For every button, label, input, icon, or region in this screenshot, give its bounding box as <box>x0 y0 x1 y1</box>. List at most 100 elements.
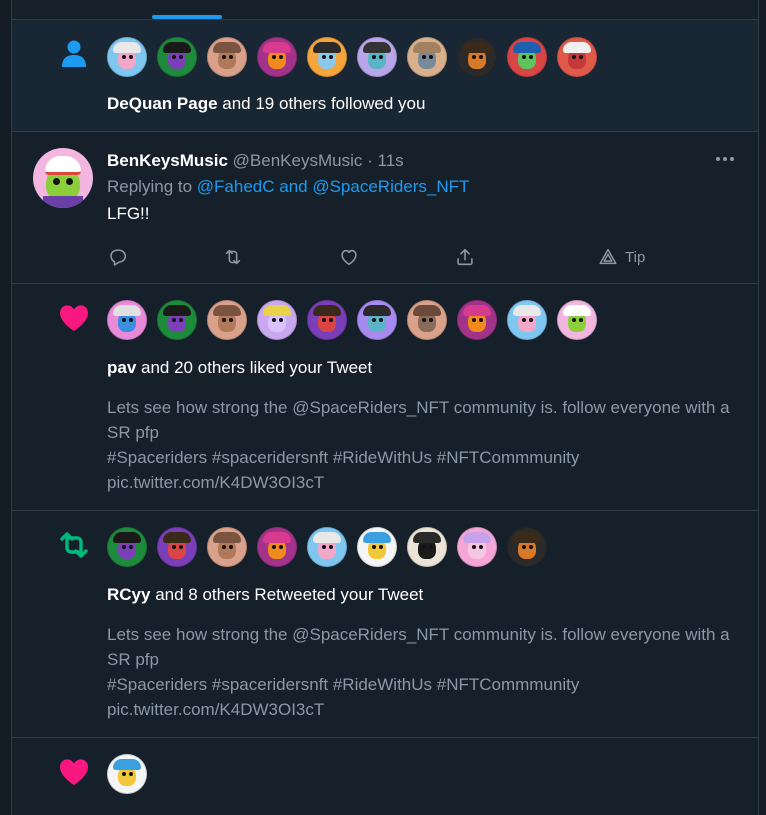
retweeted-tweet-text[interactable]: Lets see how strong the @SpaceRiders_NFT… <box>107 622 747 722</box>
like-button[interactable] <box>338 244 360 270</box>
avatar-eye <box>129 55 133 59</box>
avatar-eye <box>422 545 426 549</box>
avatar-eye <box>522 318 526 322</box>
avatar[interactable] <box>407 37 447 77</box>
tab-bar <box>12 0 758 20</box>
liked-tweet-text[interactable]: Lets see how strong the @SpaceRiders_NFT… <box>107 395 747 495</box>
avatar[interactable] <box>307 37 347 77</box>
avatar[interactable] <box>457 37 497 77</box>
left-gutter <box>0 0 11 815</box>
avatar-eye <box>129 772 133 776</box>
avatar-eye <box>379 55 383 59</box>
follow-notification[interactable]: DeQuan Page and 19 others followed you <box>12 20 758 132</box>
avatar-eye <box>422 318 426 322</box>
avatar[interactable] <box>357 527 397 567</box>
more-options-icon[interactable] <box>716 152 736 166</box>
liker-avatars <box>107 754 147 794</box>
avatar-eye <box>122 55 126 59</box>
reply-mentions[interactable]: @FahedC and @SpaceRiders_NFT <box>197 177 470 196</box>
avatar-helmet <box>213 532 241 543</box>
like-notification[interactable]: pav and 20 others liked your Tweet Lets … <box>12 284 758 511</box>
avatar[interactable] <box>107 754 147 794</box>
avatar-eye <box>522 545 526 549</box>
retweet-summary-text: and 8 others Retweeted your Tweet <box>150 585 424 604</box>
retweet-actor[interactable]: RCyy <box>107 585 150 604</box>
replying-to: Replying to @FahedC and @SpaceRiders_NFT <box>107 177 469 197</box>
avatar-helmet <box>413 42 441 53</box>
avatar[interactable] <box>307 527 347 567</box>
avatar[interactable] <box>407 527 447 567</box>
avatar[interactable] <box>157 527 197 567</box>
avatar-helmet <box>413 305 441 316</box>
tweet-actions: Tip <box>107 244 667 270</box>
avatar-eye <box>179 55 183 59</box>
avatar-eye <box>322 545 326 549</box>
avatar[interactable] <box>457 527 497 567</box>
avatar-helmet <box>263 305 291 316</box>
avatar-helmet <box>163 42 191 53</box>
avatar[interactable] <box>357 37 397 77</box>
avatar[interactable] <box>507 300 547 340</box>
avatar[interactable] <box>257 527 297 567</box>
avatar-eye <box>272 545 276 549</box>
share-icon <box>457 248 473 266</box>
avatar[interactable] <box>207 300 247 340</box>
avatar-helmet <box>513 305 541 316</box>
tweet-author-handle[interactable]: @BenKeysMusic <box>233 151 363 170</box>
avatar-helmet <box>313 305 341 316</box>
avatar[interactable] <box>507 527 547 567</box>
avatar[interactable] <box>107 37 147 77</box>
like-notification[interactable] <box>12 738 758 815</box>
like-summary: pav and 20 others liked your Tweet <box>107 357 372 379</box>
tweet-author-name[interactable]: BenKeysMusic <box>107 151 228 170</box>
avatar[interactable] <box>107 300 147 340</box>
avatar[interactable] <box>307 300 347 340</box>
tip-label: Tip <box>625 248 646 266</box>
avatar[interactable] <box>557 300 597 340</box>
retweet-button[interactable] <box>222 244 244 270</box>
tweet-timestamp[interactable]: 11s <box>378 151 404 170</box>
avatar[interactable] <box>207 527 247 567</box>
avatar-eye <box>422 55 426 59</box>
avatar[interactable] <box>407 300 447 340</box>
avatar[interactable] <box>257 37 297 77</box>
avatar[interactable] <box>357 300 397 340</box>
avatar[interactable] <box>557 37 597 77</box>
avatar-cap <box>45 156 81 175</box>
avatar-eye <box>429 545 433 549</box>
tweet-header: BenKeysMusic @BenKeysMusic · 11s <box>107 150 404 172</box>
avatar[interactable] <box>107 527 147 567</box>
avatar[interactable] <box>257 300 297 340</box>
avatar-eye <box>122 772 126 776</box>
share-button[interactable] <box>454 244 476 270</box>
tweet-text: LFG!! <box>107 204 150 223</box>
avatar[interactable] <box>207 37 247 77</box>
retweet-notification[interactable]: RCyy and 8 others Retweeted your Tweet L… <box>12 511 758 738</box>
notifications-timeline: DeQuan Page and 19 others followed you B… <box>11 0 759 815</box>
avatar-helmet <box>213 305 241 316</box>
tweet[interactable]: BenKeysMusic @BenKeysMusic · 11s Replyin… <box>12 132 758 284</box>
avatar-eye <box>572 318 576 322</box>
avatar-eye <box>372 545 376 549</box>
retweet-icon <box>225 249 241 265</box>
avatar[interactable] <box>507 37 547 77</box>
avatar-eye <box>429 55 433 59</box>
avatar-eye <box>529 55 533 59</box>
like-actor[interactable]: pav <box>107 358 136 377</box>
avatar-eye <box>272 318 276 322</box>
tip-button[interactable]: Tip <box>597 244 645 270</box>
avatar[interactable] <box>33 148 93 208</box>
avatar-eye <box>122 318 126 322</box>
follow-actor[interactable]: DeQuan Page <box>107 94 218 113</box>
avatar[interactable] <box>157 37 197 77</box>
avatar[interactable] <box>157 300 197 340</box>
avatar-eye <box>229 318 233 322</box>
avatar[interactable] <box>457 300 497 340</box>
avatar-eye <box>529 318 533 322</box>
avatar-helmet <box>463 305 491 316</box>
avatar-helmet <box>463 532 491 543</box>
reply-button[interactable] <box>107 244 129 270</box>
avatar-eye <box>579 55 583 59</box>
avatar-eye <box>179 545 183 549</box>
avatar-eye <box>229 545 233 549</box>
